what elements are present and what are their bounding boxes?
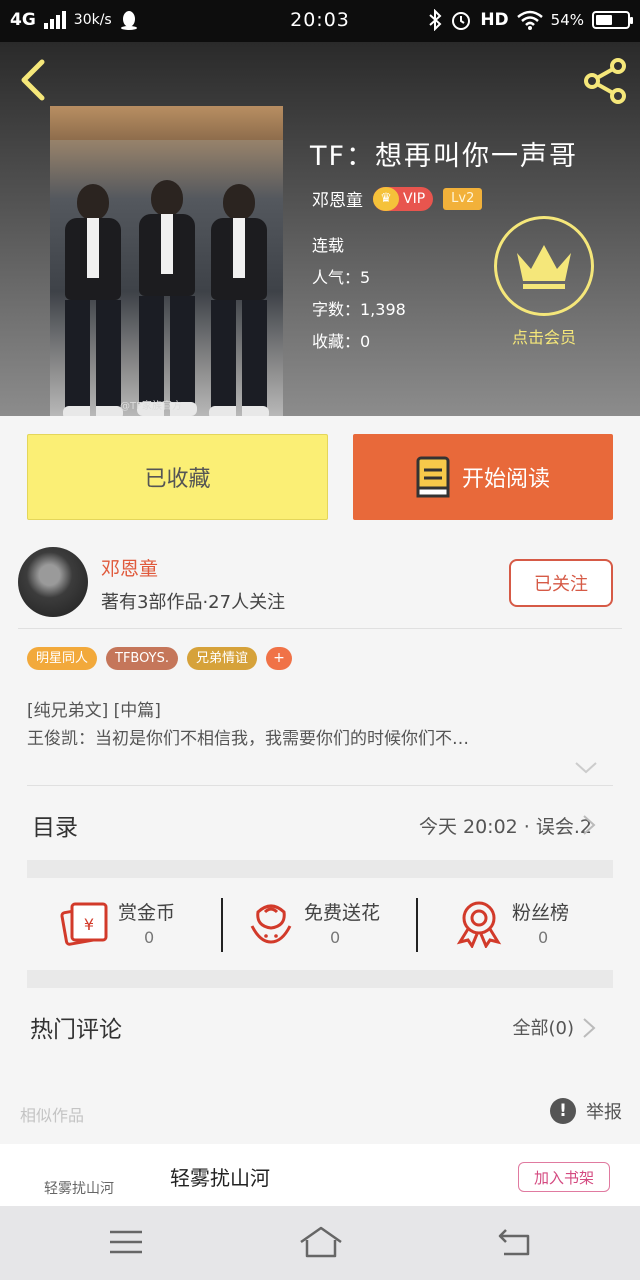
menu-icon <box>110 1230 142 1254</box>
stat-count: 0 <box>538 928 549 947</box>
author-line: 邓恩童 ♛ VIP Lv2 <box>312 186 483 211</box>
status-bar: 4G 30k/s 20:03 HD 54% <box>0 0 640 42</box>
cover-figure <box>136 180 198 416</box>
book-title: TF：想再叫你一声哥 <box>310 141 579 172</box>
fan-ranking-button[interactable]: 粉丝榜 0 <box>454 896 640 956</box>
start-reading-button[interactable]: 开始阅读 <box>353 434 613 520</box>
home-icon <box>300 1226 342 1258</box>
medal-icon <box>456 901 502 948</box>
collected-button[interactable]: 已收藏 <box>27 434 328 520</box>
all-comments-link[interactable]: 全部(0) <box>513 1014 575 1040</box>
intro-line: [纯兄弟文] [中篇] <box>27 701 161 721</box>
book-icon <box>416 456 450 498</box>
system-nav-bar <box>0 1206 640 1280</box>
tag-item[interactable]: 兄弟情谊 <box>186 647 257 670</box>
bluetooth-icon <box>429 9 442 31</box>
similar-work-title[interactable]: 轻雾扰山河 <box>170 1162 270 1191</box>
vip-label: VIP <box>403 190 426 207</box>
catalog-latest-chapter: 今天 20:02 · 误会.2 <box>418 816 592 838</box>
send-flower-button[interactable]: 免费送花 0 <box>246 896 436 956</box>
vip-member-button[interactable] <box>494 216 594 316</box>
red-envelope-icon: ¥ <box>60 902 108 946</box>
section-separator <box>27 970 613 988</box>
intro-line: 王俊凯：当初是你们不相信我，我需要你们的时候你们不… <box>27 729 469 749</box>
book-word-count: 字数：1,398 <box>312 300 406 319</box>
tag-item[interactable]: TFBOYS. <box>106 647 178 670</box>
back-button[interactable] <box>16 58 52 102</box>
chevron-down-icon <box>575 762 597 774</box>
home-button[interactable] <box>298 1224 344 1260</box>
section-separator <box>27 860 613 878</box>
book-meta: 连载 人气：5 字数：1,398 收藏：0 <box>312 230 406 358</box>
share-icon <box>584 58 626 104</box>
hd-indicator: HD <box>480 10 509 30</box>
book-header: @TF家族官方 TF：想再叫你一声哥 邓恩童 ♛ VIP Lv2 连载 人气：5… <box>0 42 640 416</box>
divider <box>18 628 622 629</box>
report-button[interactable]: ! 举报 <box>550 1098 622 1124</box>
chevron-right-icon <box>583 815 596 835</box>
catalog-label: 目录 <box>32 815 78 841</box>
author-name[interactable]: 邓恩童 <box>101 554 158 581</box>
wifi-icon <box>516 10 543 30</box>
book-collections: 收藏：0 <box>312 332 371 351</box>
vip-badge: ♛ VIP <box>373 186 434 211</box>
author-stats: 著有3部作品·27人关注 <box>101 592 286 613</box>
tag-item[interactable]: 明星同人 <box>27 647 98 670</box>
tag-list: 明星同人 TFBOYS. 兄弟情谊 + <box>27 647 292 670</box>
share-button[interactable] <box>580 56 630 106</box>
cover-figure <box>208 184 270 416</box>
hot-comments-label: 热门评论 <box>30 1017 122 1043</box>
stat-count: 0 <box>144 928 155 947</box>
chevron-left-icon <box>21 59 45 101</box>
start-reading-label: 开始阅读 <box>461 467 550 492</box>
add-to-shelf-button[interactable]: 加入书架 <box>518 1162 610 1192</box>
cover-figure <box>62 184 124 416</box>
expand-button[interactable] <box>574 760 598 779</box>
level-badge: Lv2 <box>443 187 483 210</box>
cover-watermark: @TF家族官方 <box>120 401 182 412</box>
menu-button[interactable] <box>106 1224 146 1260</box>
cover-shelf <box>50 106 283 140</box>
chevron-right-icon <box>583 1018 596 1038</box>
stat-label: 赏金币 <box>118 902 176 924</box>
stat-label: 免费送花 <box>304 902 381 924</box>
vip-member-label[interactable]: 点击会员 <box>494 324 594 348</box>
stat-label: 粉丝榜 <box>512 902 570 924</box>
flower-icon <box>250 904 292 944</box>
battery-icon <box>592 11 633 29</box>
report-label: 举报 <box>586 1102 622 1123</box>
add-tag-button[interactable]: + <box>266 647 292 670</box>
crown-icon <box>517 245 571 289</box>
battery-percent: 54% <box>550 11 584 29</box>
book-popularity: 人气：5 <box>312 268 371 287</box>
exclamation-icon: ! <box>550 1098 576 1124</box>
similar-works-label: 相似作品 <box>20 1106 85 1125</box>
book-status: 连载 <box>312 236 345 255</box>
crown-icon: ♛ <box>373 186 399 211</box>
book-intro[interactable]: [纯兄弟文] [中篇] 王俊凯：当初是你们不相信我，我需要你们的时候你们不… <box>27 697 597 753</box>
vertical-divider <box>221 898 223 952</box>
book-author[interactable]: 邓恩童 <box>312 186 363 211</box>
similar-work-cover[interactable]: 轻雾扰山河 <box>44 1178 114 1198</box>
divider <box>27 785 613 786</box>
svg-text:¥: ¥ <box>84 915 94 934</box>
vertical-divider <box>416 898 418 952</box>
avatar[interactable] <box>18 547 88 617</box>
stat-count: 0 <box>330 928 341 947</box>
back-nav-button[interactable] <box>496 1224 536 1260</box>
alarm-icon <box>452 12 471 30</box>
book-cover[interactable]: @TF家族官方 <box>50 106 283 416</box>
return-icon <box>498 1229 530 1256</box>
follow-button[interactable]: 已关注 <box>509 559 613 607</box>
